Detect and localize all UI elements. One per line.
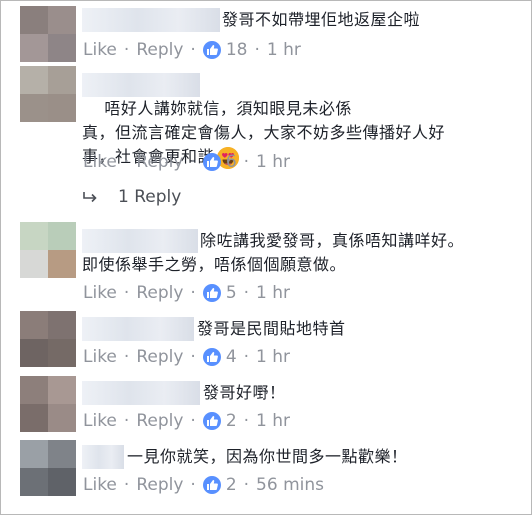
timestamp[interactable]: 1 hr: [256, 410, 290, 432]
view-replies-link[interactable]: 1 Reply: [118, 187, 181, 207]
avatar[interactable]: [20, 311, 76, 367]
avatar[interactable]: [20, 66, 76, 122]
comment-actions: Like · Reply · 18 · 1 hr: [83, 39, 301, 61]
timestamp[interactable]: 1 hr: [267, 39, 301, 61]
like-link[interactable]: Like: [83, 410, 117, 432]
like-link[interactable]: Like: [83, 39, 117, 61]
thumbs-up-icon[interactable]: [202, 348, 221, 366]
comment-actions: Like · Reply · 2 · 56 mins: [83, 474, 324, 496]
like-count: 5: [225, 283, 237, 303]
like-count: 2: [225, 475, 237, 495]
reply-link[interactable]: Reply: [136, 346, 183, 368]
like-count: 4: [225, 347, 237, 367]
thumbs-up-icon[interactable]: [202, 284, 221, 302]
reply-link[interactable]: Reply: [136, 474, 183, 496]
like-count: 6: [225, 152, 237, 172]
comment-text: 一見你就笑，因為你世間多一點歡樂！: [127, 447, 408, 466]
reply-link[interactable]: Reply: [136, 410, 183, 432]
like-link[interactable]: Like: [83, 346, 117, 368]
reply-arrow-icon: [83, 192, 97, 203]
comment-actions: Like · Reply · 4 · 1 hr: [83, 346, 291, 368]
thumbs-up-icon[interactable]: [202, 153, 221, 171]
comment-actions: Like · Reply · 2 · 1 hr: [83, 410, 291, 432]
avatar[interactable]: [20, 222, 76, 278]
thumbs-up-icon[interactable]: [202, 41, 221, 59]
timestamp[interactable]: 56 mins: [256, 474, 324, 496]
like-link[interactable]: Like: [83, 151, 117, 173]
comment-text: 發哥是民間貼地特首: [197, 319, 346, 338]
comment-text: 除咗講我愛發哥，真係唔知講咩好。 即使係舉手之勞，唔係個個願意做。: [82, 231, 465, 274]
commenter-name[interactable]: [82, 317, 194, 341]
reply-link[interactable]: Reply: [136, 39, 183, 61]
comment-actions: Like · Reply · 6 · 1 hr: [83, 151, 291, 173]
commenter-name[interactable]: [82, 8, 220, 32]
comment-text: 發哥不如帶埋佢地返屋企啦: [222, 10, 421, 29]
comment-actions: Like · Reply · 5 · 1 hr: [83, 282, 291, 304]
commenter-name[interactable]: [82, 445, 124, 469]
avatar[interactable]: [20, 6, 76, 62]
thumbs-up-icon[interactable]: [202, 412, 221, 430]
like-count: 2: [225, 411, 237, 431]
like-link[interactable]: Like: [83, 282, 117, 304]
reply-link[interactable]: Reply: [136, 282, 183, 304]
thumbs-up-icon[interactable]: [202, 476, 221, 494]
reply-link[interactable]: Reply: [136, 151, 183, 173]
like-count: 18: [225, 40, 248, 60]
comment-text: 發哥好嘢！: [203, 383, 286, 402]
timestamp[interactable]: 1 hr: [256, 282, 290, 304]
timestamp[interactable]: 1 hr: [256, 151, 290, 173]
avatar[interactable]: [20, 376, 76, 432]
avatar[interactable]: [20, 440, 76, 496]
comment-text: 唔好人講妳就信，須知眼見未必係 真，但流言確定會傷人，大家不妨多些傳播好人好 事…: [82, 73, 522, 193]
like-link[interactable]: Like: [83, 474, 117, 496]
timestamp[interactable]: 1 hr: [256, 346, 290, 368]
commenter-name[interactable]: [82, 381, 200, 405]
